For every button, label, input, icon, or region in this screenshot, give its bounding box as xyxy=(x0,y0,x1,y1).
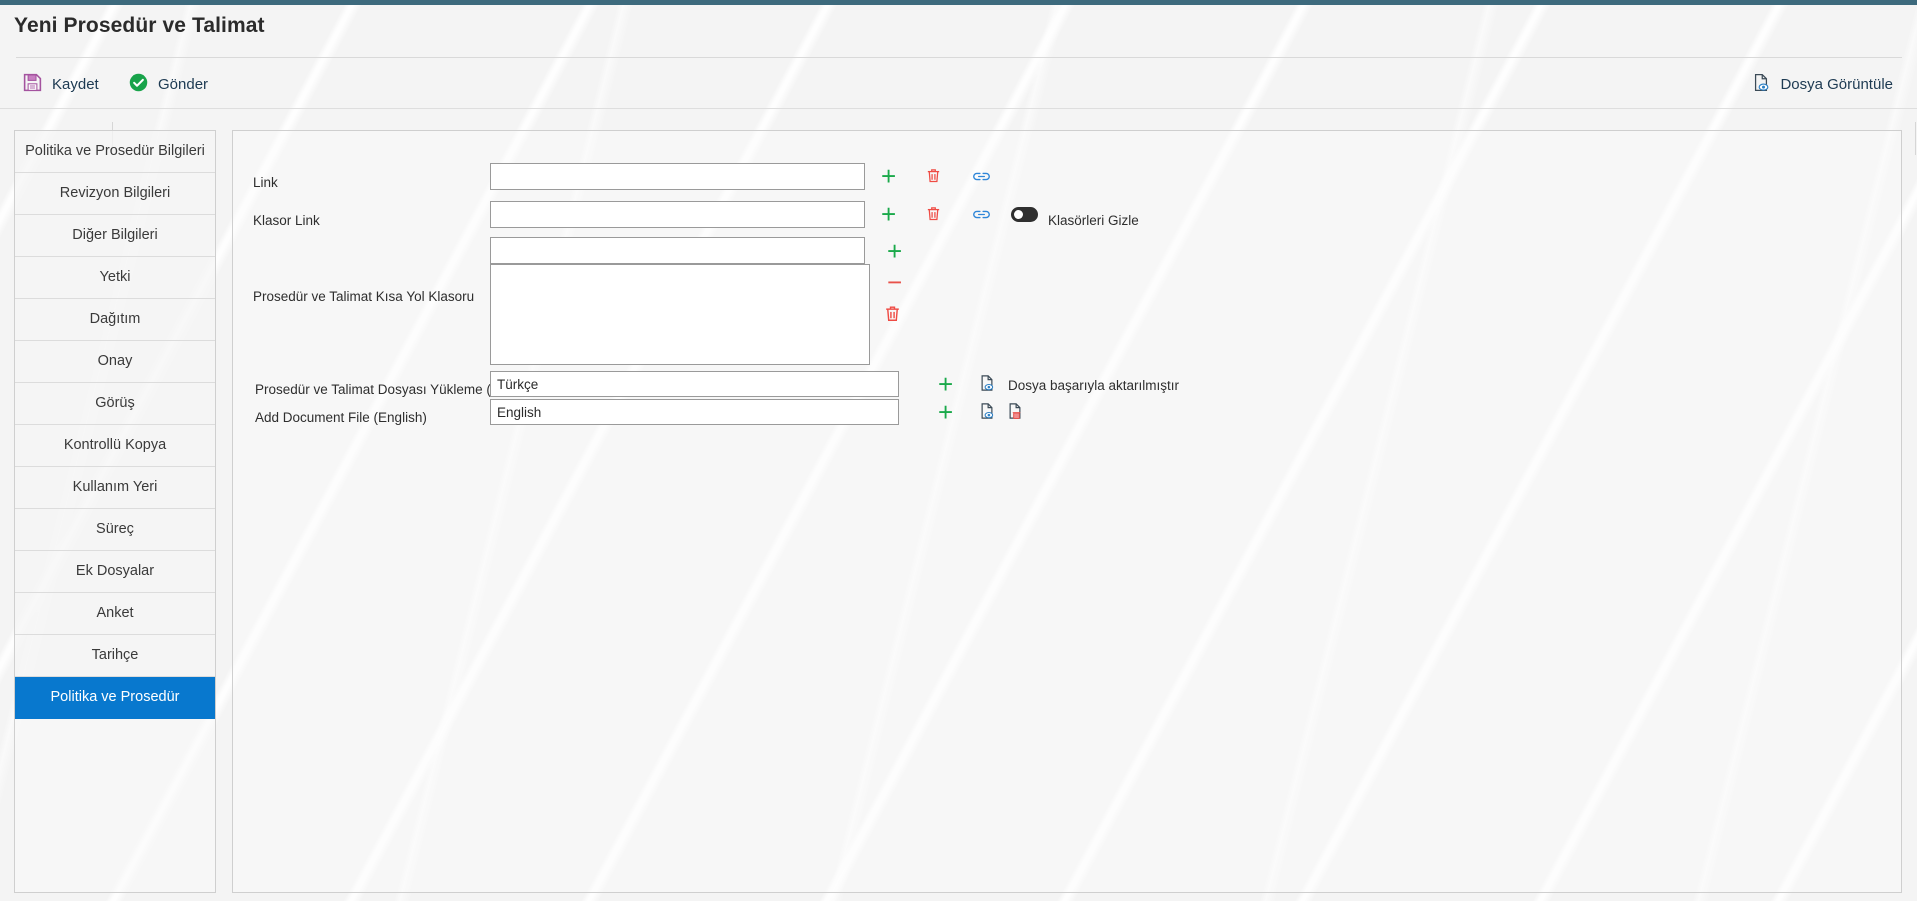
title-divider xyxy=(16,57,1902,58)
sidebar-item-label: Kullanım Yeri xyxy=(72,479,158,495)
sidebar-item-2[interactable]: Diğer Bilgileri xyxy=(15,215,215,257)
hide-folders-toggle-label: Klasörleri Gizle xyxy=(1048,213,1139,228)
check-circle-icon xyxy=(128,72,149,97)
toolbar: Kaydet Gönder Dosya Görüntüle xyxy=(0,60,1917,155)
sidebar-item-7[interactable]: Kontrollü Kopya xyxy=(15,425,215,467)
hide-folders-toggle[interactable] xyxy=(1011,207,1038,222)
link-label: Link xyxy=(253,175,278,190)
shortcut-folder-input[interactable] xyxy=(490,237,865,264)
folder-link-add-plus-icon[interactable]: + xyxy=(881,201,896,227)
sidebar-item-1[interactable]: Revizyon Bilgileri xyxy=(15,173,215,215)
shortcut-folder-trash-icon[interactable] xyxy=(883,303,902,324)
sidebar-item-13[interactable]: Politika ve Prosedür xyxy=(15,677,215,719)
send-button[interactable]: Gönder xyxy=(128,70,208,98)
sidebar-item-label: Anket xyxy=(96,605,134,621)
link-trash-icon[interactable] xyxy=(925,166,942,185)
sidebar-item-3[interactable]: Yetki xyxy=(15,257,215,299)
sidebar-item-label: Politika ve Prosedür xyxy=(50,689,180,705)
sidebar-item-0[interactable]: Politika ve Prosedür Bilgileri xyxy=(15,131,215,173)
document-eye-icon xyxy=(1751,72,1771,97)
shortcut-folder-add-plus-icon[interactable]: + xyxy=(887,238,902,264)
sidebar-nav: Politika ve Prosedür Bilgileri Revizyon B… xyxy=(14,130,216,893)
upload-en-document-eye-icon[interactable] xyxy=(978,401,996,421)
folder-link-label: Klasor Link xyxy=(253,213,320,228)
shortcut-folder-label: Prosedür ve Talimat Kısa Yol Klasoru xyxy=(253,289,475,304)
upload-tr-add-plus-icon[interactable]: + xyxy=(938,371,953,397)
top-accent-strip xyxy=(0,0,1917,5)
sidebar-item-11[interactable]: Anket xyxy=(15,593,215,635)
sidebar-item-8[interactable]: Kullanım Yeri xyxy=(15,467,215,509)
main-panel: Link + Klasor Link + Klasörleri Gizle Pr… xyxy=(232,130,1902,893)
toolbar-divider-bottom xyxy=(0,108,1917,109)
shortcut-folder-remove-minus-icon[interactable]: − xyxy=(887,269,902,295)
upload-en-input[interactable] xyxy=(490,399,899,425)
upload-en-label: Add Document File (English) xyxy=(255,410,427,425)
link-chain-icon[interactable] xyxy=(971,169,992,184)
sidebar-item-9[interactable]: Süreç xyxy=(15,509,215,551)
send-button-label: Gönder xyxy=(158,75,209,93)
folder-link-input[interactable] xyxy=(490,201,865,228)
save-button-label: Kaydet xyxy=(52,75,99,93)
upload-tr-input[interactable] xyxy=(490,371,899,397)
upload-tr-status-message: Dosya başarıyla aktarılmıştır xyxy=(1008,378,1180,393)
upload-en-document-trash-icon[interactable] xyxy=(1006,401,1024,421)
upload-tr-document-eye-icon[interactable] xyxy=(978,373,996,393)
floppy-disk-icon xyxy=(22,72,43,97)
sidebar-item-label: Diğer Bilgileri xyxy=(72,227,158,243)
folder-link-chain-icon[interactable] xyxy=(971,207,992,222)
sidebar-item-label: Süreç xyxy=(96,521,134,537)
link-add-plus-icon[interactable]: + xyxy=(881,163,896,189)
sidebar-item-4[interactable]: Dağıtım xyxy=(15,299,215,341)
sidebar-item-label: Tarihçe xyxy=(91,647,139,663)
folder-link-trash-icon[interactable] xyxy=(925,204,942,223)
sidebar-item-label: Revizyon Bilgileri xyxy=(59,185,171,201)
link-input[interactable] xyxy=(490,163,865,190)
sidebar-item-label: Kontrollü Kopya xyxy=(63,437,167,453)
hide-folders-toggle-knob xyxy=(1014,210,1023,219)
sidebar-item-5[interactable]: Onay xyxy=(15,341,215,383)
sidebar-item-10[interactable]: Ek Dosyalar xyxy=(15,551,215,593)
sidebar-item-label: Ek Dosyalar xyxy=(75,563,155,579)
shortcut-folder-listbox[interactable] xyxy=(490,264,870,365)
upload-en-add-plus-icon[interactable]: + xyxy=(938,399,953,425)
page-title: Yeni Prosedür ve Talimat xyxy=(14,14,265,37)
sidebar-item-label: Onay xyxy=(97,353,133,369)
sidebar-item-label: Yetki xyxy=(99,269,131,285)
view-file-button-label: Dosya Görüntüle xyxy=(1780,75,1893,93)
sidebar-item-12[interactable]: Tarihçe xyxy=(15,635,215,677)
view-file-button[interactable]: Dosya Görüntüle xyxy=(1751,70,1893,98)
sidebar-item-label: Dağıtım xyxy=(89,311,141,327)
sidebar-item-label: Politika ve Prosedür Bilgileri xyxy=(25,143,205,159)
sidebar-item-label: Görüş xyxy=(95,395,135,411)
save-button[interactable]: Kaydet xyxy=(22,70,99,98)
sidebar-item-6[interactable]: Görüş xyxy=(15,383,215,425)
toolbar-divider-2 xyxy=(1915,122,1916,155)
